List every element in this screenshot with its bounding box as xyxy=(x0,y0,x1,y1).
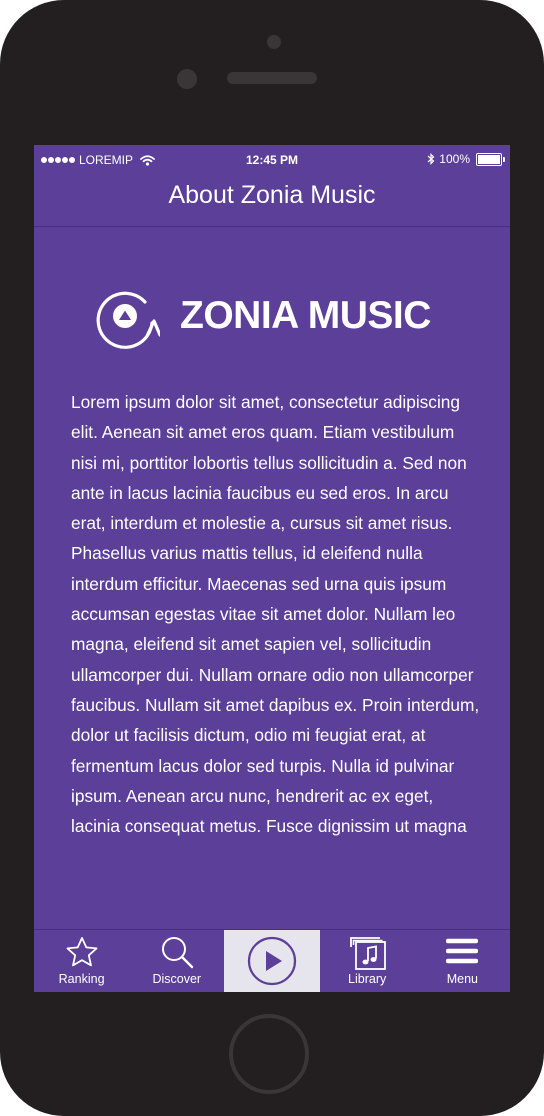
status-bar: LOREMIP 12:45 PM 100% xyxy=(34,145,510,175)
battery-icon xyxy=(476,152,505,166)
zonia-music-logo: ZONIA MUSIC xyxy=(94,283,431,349)
proximity-sensor xyxy=(177,69,197,89)
status-right: 100% xyxy=(427,152,505,166)
front-camera xyxy=(267,35,281,49)
page-title: About Zonia Music xyxy=(168,181,376,209)
battery-percentage: 100% xyxy=(439,152,470,166)
bluetooth-icon xyxy=(427,153,435,165)
play-icon xyxy=(247,936,297,986)
tab-menu[interactable]: Menu xyxy=(415,930,510,992)
zonia-logo-mark-icon xyxy=(96,291,160,349)
tab-menu-label: Menu xyxy=(446,972,478,986)
tab-library-label: Library xyxy=(348,972,387,986)
star-icon xyxy=(66,937,97,967)
about-description: Lorem ipsum dolor sit amet, consectetur … xyxy=(71,392,480,837)
hamburger-menu-icon xyxy=(446,938,479,964)
bottom-tab-bar: Ranking Discover Library Menu xyxy=(34,929,510,992)
music-library-icon xyxy=(350,937,387,970)
tab-ranking-label: Ranking xyxy=(58,972,105,986)
tab-library[interactable]: Library xyxy=(320,930,415,992)
tab-discover[interactable]: Discover xyxy=(129,930,224,992)
search-icon xyxy=(161,937,193,969)
tab-discover-label: Discover xyxy=(152,972,202,986)
tab-ranking[interactable]: Ranking xyxy=(34,930,129,992)
logo-text: ZONIA MUSIC xyxy=(180,294,431,337)
tab-now-playing[interactable] xyxy=(224,930,320,992)
home-button[interactable] xyxy=(229,1014,309,1094)
earpiece-speaker xyxy=(227,72,317,84)
app-screen: LOREMIP 12:45 PM 100% About Zonia Music xyxy=(34,145,510,992)
phone-frame: LOREMIP 12:45 PM 100% About Zonia Music xyxy=(0,0,544,1116)
navigation-bar: About Zonia Music xyxy=(34,175,510,227)
